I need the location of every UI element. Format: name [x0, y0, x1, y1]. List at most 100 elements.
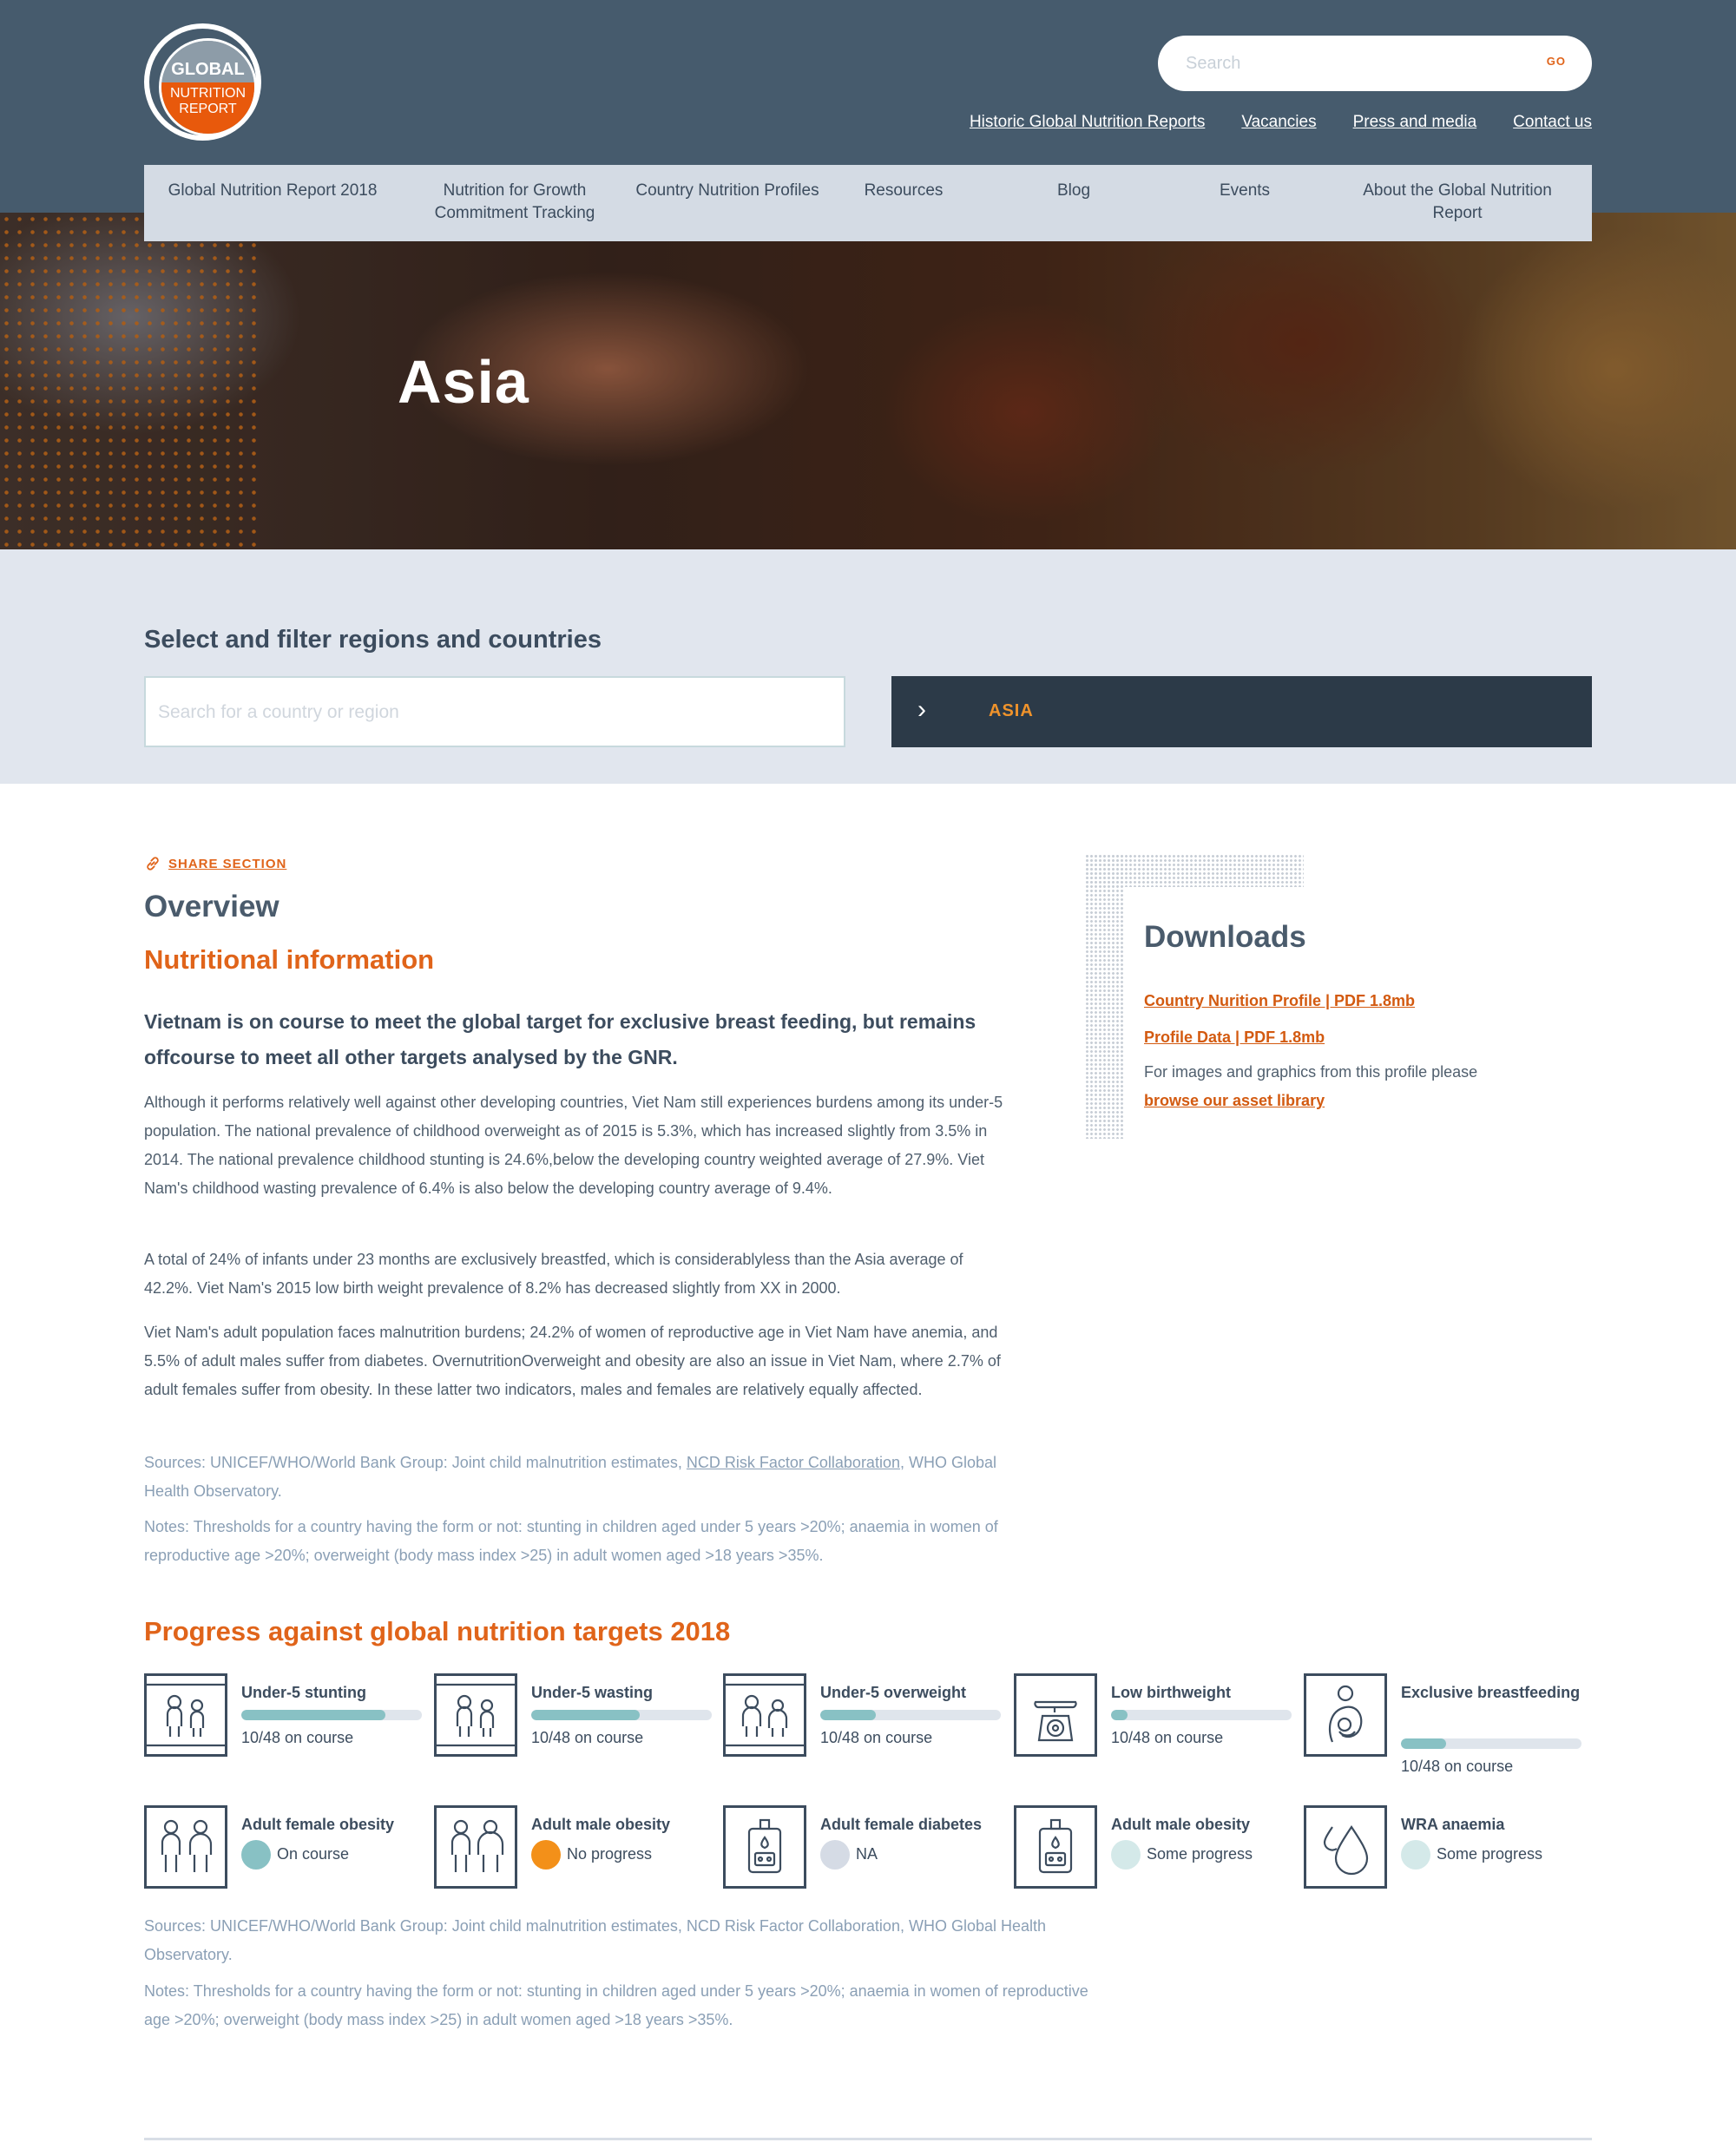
asset-library-link[interactable]: browse our asset library	[1144, 1092, 1325, 1110]
progress-heading: Progress against global nutrition target…	[144, 1616, 731, 1646]
target-card-adult-female-diabetes: Adult female diabetes NA	[723, 1805, 1001, 1909]
overview-paragraph-2: A total of 24% of infants under 23 month…	[144, 1251, 963, 1297]
target-title: Adult female diabetes	[820, 1816, 983, 1833]
children-icon	[437, 1683, 515, 1747]
progress-bar-fill	[820, 1710, 877, 1720]
main-nav: Global Nutrition Report 2018 Nutrition f…	[144, 165, 1592, 241]
target-status: On course	[277, 1845, 350, 1863]
nav-item-events[interactable]: Events	[1167, 165, 1323, 241]
download-country-profile-link[interactable]: Country Nurition Profile | PDF 1.8mb	[1144, 992, 1415, 1010]
target-title: Adult female obesity	[241, 1816, 395, 1833]
progress-notes: Notes: Thresholds for a country having t…	[144, 1982, 1088, 2028]
site-search: GO	[1158, 36, 1592, 91]
target-status: No progress	[567, 1845, 653, 1863]
chevron-right-icon: ›	[917, 695, 926, 724]
site-search-input[interactable]	[1186, 49, 1516, 77]
blood-drop-icon	[1323, 1825, 1369, 1876]
target-status: 10/48 on course	[1401, 1758, 1514, 1775]
target-title: Adult male obesity	[531, 1816, 671, 1833]
target-title: Under-5 wasting	[531, 1684, 654, 1701]
selected-region-value: ASIA	[989, 701, 1034, 720]
target-card-stunting: Under-5 stunting 10/48 on course	[144, 1673, 422, 1778]
target-title: Exclusive breastfeeding	[1401, 1684, 1581, 1701]
icon-box	[434, 1805, 517, 1889]
target-status: Some progress	[1147, 1845, 1253, 1863]
status-dot	[820, 1840, 850, 1870]
sources-text: Sources: UNICEF/WHO/World Bank Group: Jo…	[144, 1454, 687, 1471]
logo-inner: GLOBAL NUTRITION REPORT	[159, 38, 257, 136]
target-title: Adult male obesity	[1111, 1816, 1251, 1833]
logo-word-nutrition-report: NUTRITION REPORT	[161, 82, 254, 134]
nav-item-country-profiles[interactable]: Country Nutrition Profiles	[628, 165, 826, 241]
share-section-label: SHARE SECTION	[168, 856, 287, 871]
hero-banner: Asia	[0, 213, 1736, 549]
link-vacancies[interactable]: Vacancies	[1241, 113, 1316, 132]
logo-ring: GLOBAL NUTRITION REPORT	[149, 29, 257, 136]
progress-sources: Sources: UNICEF/WHO/World Bank Group: Jo…	[144, 1917, 1047, 1963]
target-card-overweight: Under-5 overweight 10/48 on course	[723, 1673, 1001, 1778]
status-dot	[241, 1840, 271, 1870]
share-section-link[interactable]: SHARE SECTION	[144, 855, 286, 872]
link-contact-us[interactable]: Contact us	[1513, 113, 1592, 132]
icon-box	[723, 1673, 806, 1757]
progress-bar	[1111, 1710, 1292, 1720]
icon-box	[723, 1805, 806, 1889]
logo-word-report: REPORT	[179, 102, 237, 116]
target-title: Under-5 overweight	[820, 1684, 967, 1701]
icon-box	[1304, 1805, 1387, 1889]
target-status: Some progress	[1437, 1845, 1543, 1863]
adults-icon	[450, 1819, 504, 1872]
target-card-adult-male-obesity: Adult male obesity No progress	[434, 1805, 712, 1909]
progress-bar	[531, 1710, 712, 1720]
target-card-wasting: Under-5 wasting 10/48 on course	[434, 1673, 712, 1778]
hero-overlay	[0, 213, 1736, 549]
target-status: NA	[856, 1845, 878, 1863]
breastfeeding-icon	[1328, 1685, 1363, 1743]
gnr-logo[interactable]: GLOBAL NUTRITION REPORT	[144, 23, 261, 141]
link-press-media[interactable]: Press and media	[1353, 113, 1477, 132]
children-icon	[726, 1683, 804, 1747]
target-card-low-birthweight: Low birthweight 10/48 on course	[1014, 1673, 1292, 1778]
selected-region-dropdown[interactable]: › ASIA	[891, 676, 1592, 747]
progress-bar-fill	[531, 1710, 640, 1720]
target-status: 10/48 on course	[1111, 1729, 1224, 1746]
children-icon	[147, 1683, 225, 1747]
overview-sources: Sources: UNICEF/WHO/World Bank Group: Jo…	[144, 1449, 1021, 1506]
glucose-meter-icon	[747, 1818, 782, 1874]
target-status: 10/48 on course	[820, 1729, 933, 1746]
progress-bar	[820, 1710, 1001, 1720]
region-search-box	[144, 676, 845, 747]
search-go-button[interactable]: GO	[1547, 55, 1566, 68]
icon-box	[144, 1805, 227, 1889]
target-title: Low birthweight	[1111, 1684, 1231, 1701]
nav-item-about[interactable]: About the Global Nutrition Report	[1323, 165, 1592, 241]
status-dot	[531, 1840, 561, 1870]
logo-word-global: GLOBAL	[161, 41, 254, 82]
status-dot	[1111, 1840, 1141, 1870]
page-title: Asia	[398, 348, 529, 416]
nav-item-blog[interactable]: Blog	[981, 165, 1167, 241]
icon-box	[144, 1673, 227, 1757]
progress-bar-fill	[1401, 1738, 1446, 1749]
utility-links: Historic Global Nutrition Reports Vacanc…	[970, 113, 1592, 132]
glucose-meter-icon	[1038, 1818, 1073, 1874]
download-profile-data-link[interactable]: Profile Data | PDF 1.8mb	[1144, 1028, 1325, 1047]
nav-item-resources[interactable]: Resources	[826, 165, 981, 241]
logo-word-nutrition: NUTRITION	[169, 86, 247, 101]
nav-item-gnr-2018[interactable]: Global Nutrition Report 2018	[144, 165, 401, 241]
target-title: WRA anaemia	[1401, 1816, 1505, 1833]
region-search-input[interactable]	[158, 699, 818, 726]
downloads-dot-pattern-side	[1085, 854, 1123, 1139]
filter-heading: Select and filter regions and countries	[144, 626, 602, 654]
icon-box	[1014, 1673, 1097, 1757]
ncd-risk-link[interactable]: NCD Risk Factor Collaboration	[687, 1454, 900, 1471]
icon-box	[434, 1673, 517, 1757]
overview-paragraph-3: Viet Nam's adult population faces malnut…	[144, 1324, 1001, 1398]
nav-item-n4g-tracking[interactable]: Nutrition for Growth Commitment Tracking	[401, 165, 628, 241]
adults-icon	[161, 1819, 213, 1872]
nutritional-info-heading: Nutritional information	[144, 944, 435, 975]
progress-bar-fill	[241, 1710, 386, 1720]
target-card-wra-anaemia: WRA anaemia Some progress	[1304, 1805, 1581, 1909]
link-historic-reports[interactable]: Historic Global Nutrition Reports	[970, 113, 1205, 132]
overview-lead: Vietnam is on course to meet the global …	[144, 1010, 976, 1068]
